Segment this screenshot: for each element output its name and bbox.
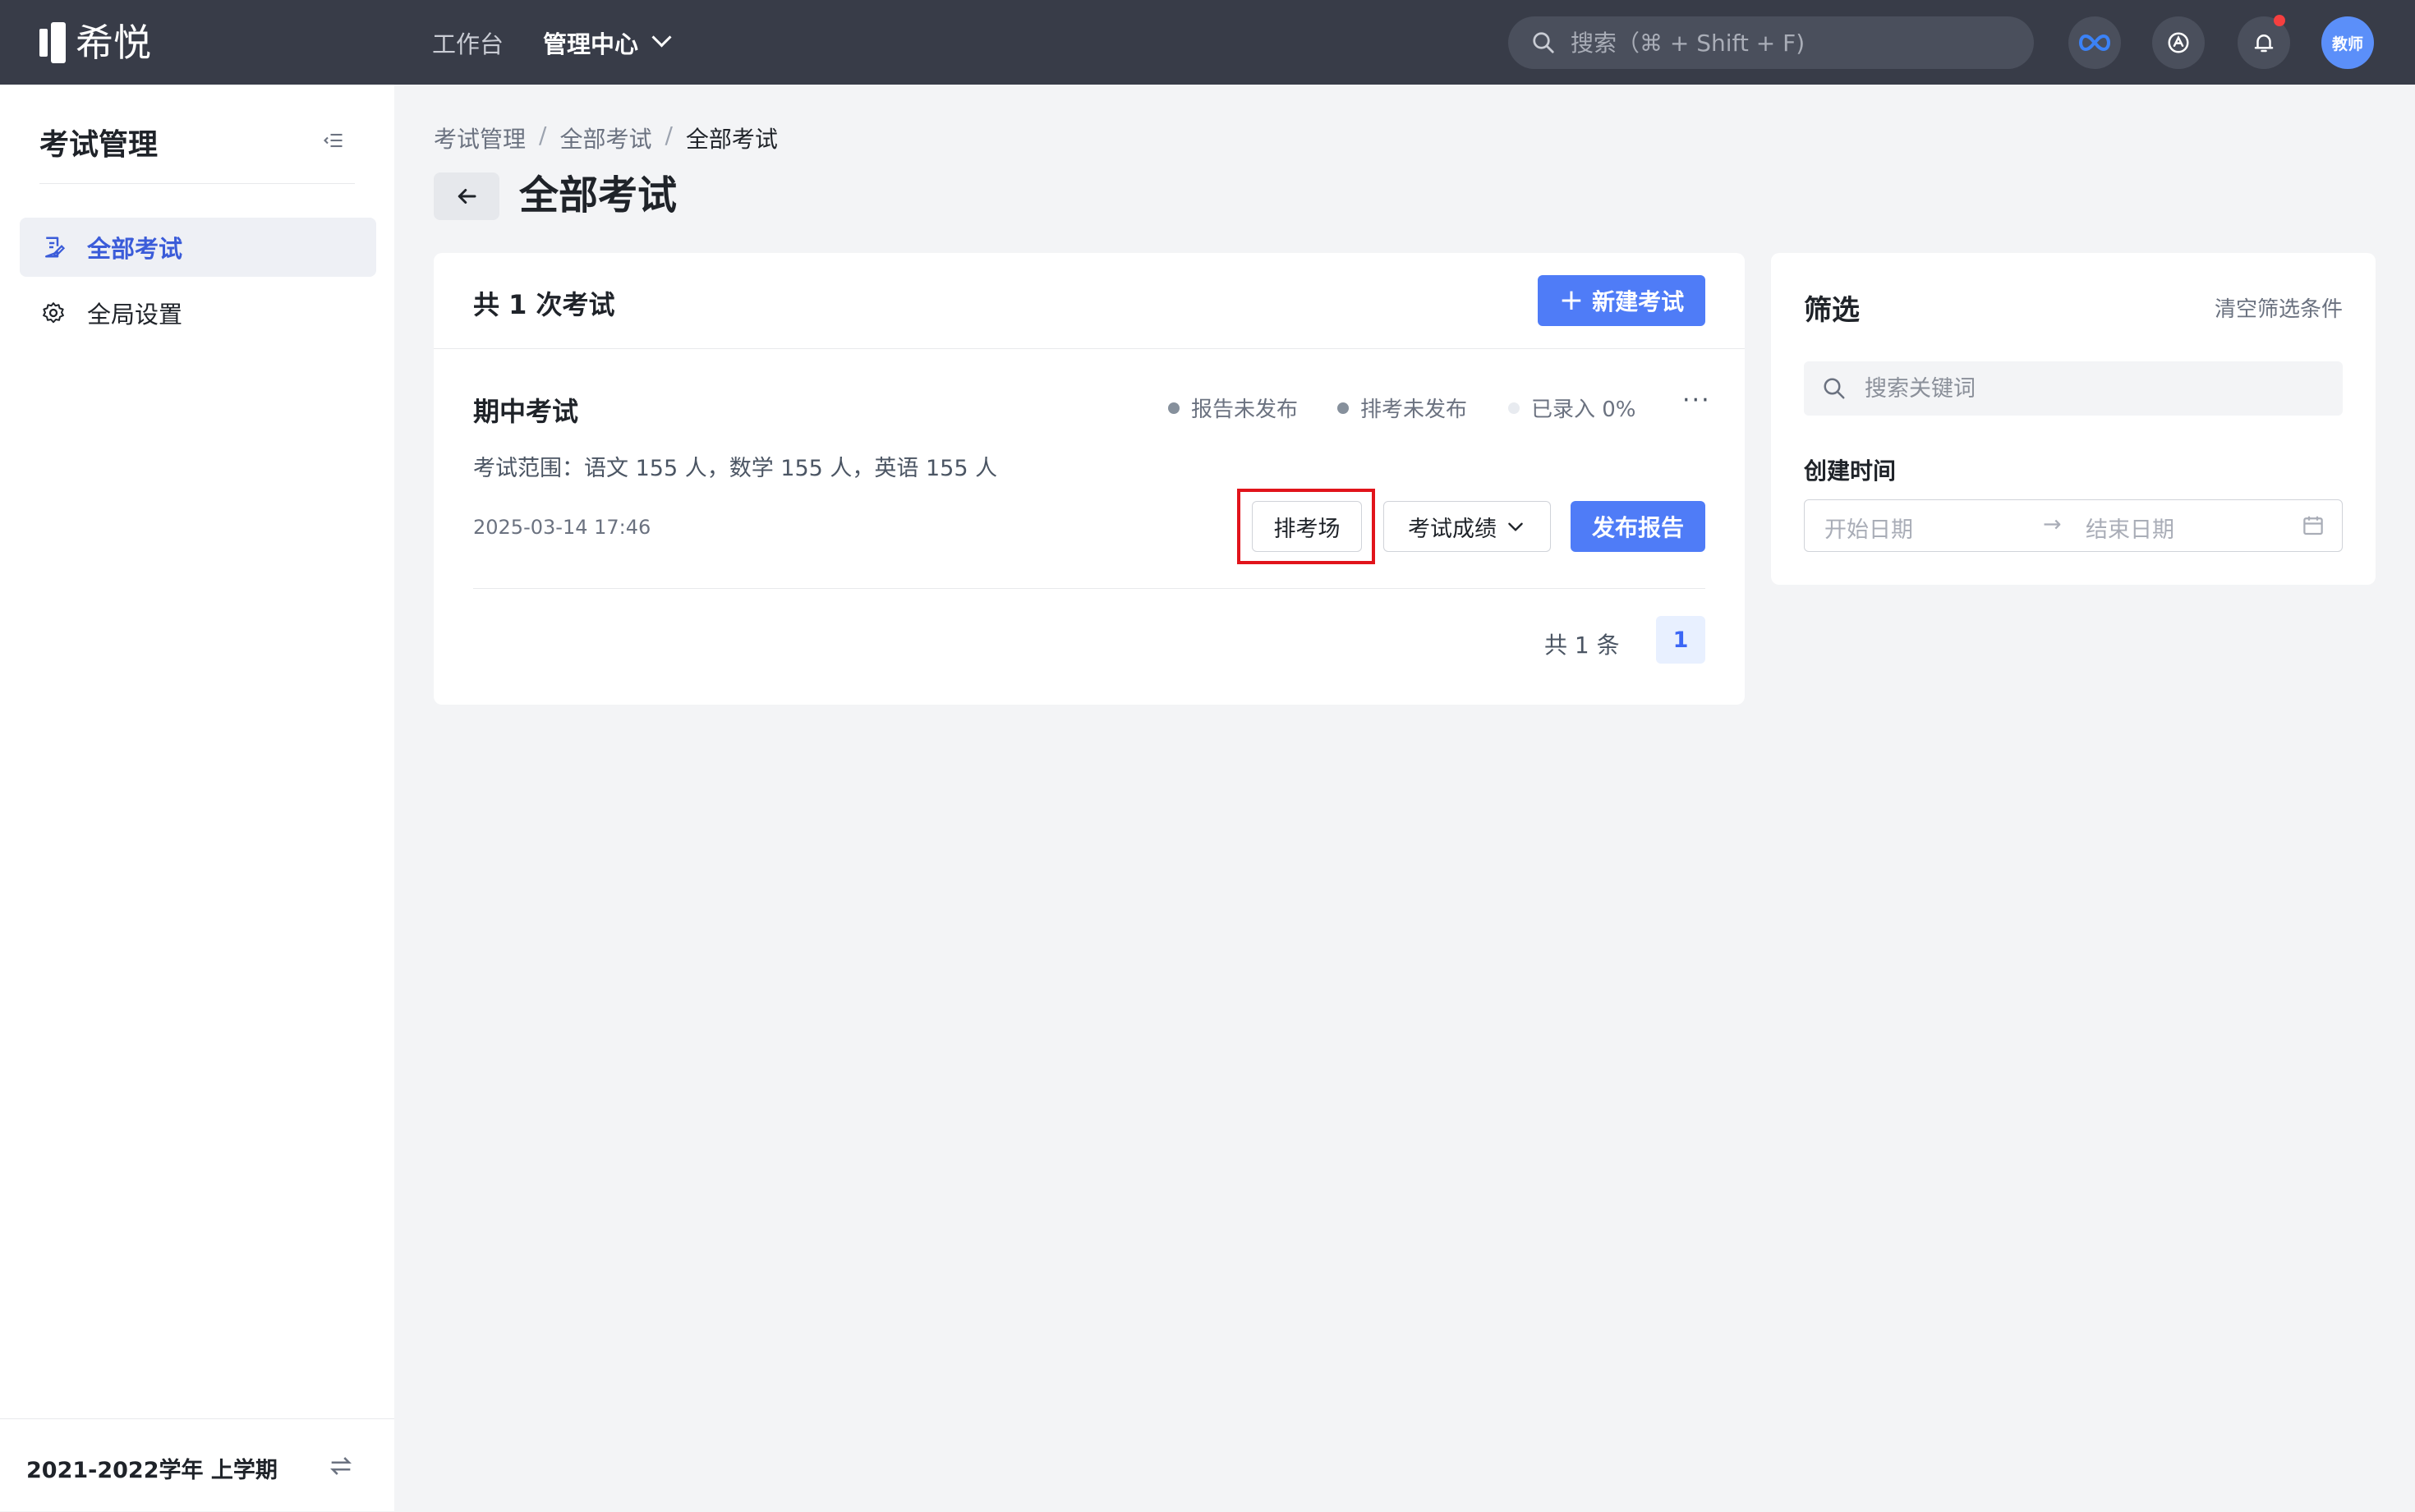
filter-title: 筛选 bbox=[1804, 294, 1860, 327]
sidebar-item-label: 全局设置 bbox=[87, 301, 183, 329]
breadcrumb-separator: / bbox=[539, 122, 547, 149]
publish-report-button[interactable]: 发布报告 bbox=[1571, 501, 1705, 552]
sidebar-title: 考试管理 bbox=[39, 128, 159, 162]
exam-scores-label: 考试成绩 bbox=[1408, 516, 1497, 542]
sidebar-item-global-settings[interactable]: 全局设置 bbox=[20, 283, 376, 342]
status-entry: 已录入 0% bbox=[1508, 393, 1636, 423]
sidebar-divider bbox=[39, 183, 355, 184]
top-bar: 希悦 工作台 管理中心 教师 bbox=[0, 0, 2415, 85]
pagination-page-1[interactable]: 1 bbox=[1656, 616, 1705, 664]
search-icon bbox=[1824, 378, 1845, 399]
arrow-right-icon: → bbox=[2043, 512, 2062, 537]
collapse-sidebar-icon[interactable] bbox=[322, 129, 345, 152]
notification-badge bbox=[2274, 15, 2285, 26]
breadcrumb: 考试管理 / 全部考试 / 全部考试 bbox=[434, 122, 778, 154]
global-search-input[interactable] bbox=[1569, 28, 1999, 57]
keyword-search[interactable] bbox=[1804, 361, 2343, 416]
exam-list-header: 共 1 次考试 + 新建考试 bbox=[434, 253, 1745, 349]
clear-filters-link[interactable]: 清空筛选条件 bbox=[2215, 292, 2343, 323]
brand-logo[interactable]: 希悦 bbox=[39, 20, 151, 66]
status-dot-icon bbox=[1508, 402, 1520, 414]
status-entry-text: 已录入 0% bbox=[1531, 398, 1636, 422]
new-exam-label: 新建考试 bbox=[1592, 288, 1685, 315]
arrange-rooms-button[interactable]: 排考场 bbox=[1252, 501, 1362, 552]
status-dot-icon bbox=[1168, 402, 1180, 414]
back-button[interactable] bbox=[434, 172, 499, 220]
breadcrumb-item[interactable]: 全部考试 bbox=[559, 122, 651, 154]
exam-created-date: 2025-03-14 17:46 bbox=[473, 516, 651, 539]
app-store-icon bbox=[2168, 32, 2189, 53]
calendar-icon[interactable] bbox=[2301, 513, 2325, 538]
chevron-down-icon bbox=[1508, 522, 1523, 531]
top-nav: 工作台 管理中心 bbox=[432, 0, 672, 85]
filter-panel: 筛选 清空筛选条件 创建时间 开始日期 → 结束日期 bbox=[1771, 253, 2376, 585]
exam-list-card: 共 1 次考试 + 新建考试 期中考试 报告未发布 排考未发布 已录入 0% ·… bbox=[434, 253, 1745, 705]
more-options-icon[interactable]: ··· bbox=[1682, 386, 1711, 415]
status-arrange-text: 排考未发布 bbox=[1360, 398, 1468, 422]
sidebar-item-all-exams[interactable]: 全部考试 bbox=[20, 218, 376, 277]
app-center-button[interactable] bbox=[2152, 16, 2205, 69]
term-switcher[interactable]: 2021-2022学年 上学期 bbox=[0, 1418, 394, 1512]
pagination-total: 共 1 条 bbox=[1544, 632, 1620, 659]
keyword-search-input[interactable] bbox=[1863, 375, 2326, 402]
logo-mark-icon bbox=[39, 22, 67, 63]
user-avatar[interactable]: 教师 bbox=[2321, 16, 2374, 69]
sidebar: 考试管理 全部考试 全局设置 2021-2022学年 上学期 bbox=[0, 85, 394, 1511]
infinity-app-button[interactable] bbox=[2068, 16, 2121, 69]
date-range-picker[interactable]: 开始日期 → 结束日期 bbox=[1804, 499, 2343, 552]
brand-name: 希悦 bbox=[76, 21, 151, 65]
page-title: 全部考试 bbox=[519, 172, 678, 218]
status-arrange: 排考未发布 bbox=[1337, 393, 1467, 423]
swap-icon[interactable] bbox=[327, 1452, 355, 1480]
nav-workbench[interactable]: 工作台 bbox=[432, 25, 504, 60]
breadcrumb-separator: / bbox=[665, 122, 673, 149]
infinity-icon bbox=[2079, 34, 2110, 52]
current-term: 2021-2022学年 上学期 bbox=[26, 1458, 278, 1483]
start-date-field[interactable]: 开始日期 bbox=[1824, 512, 1913, 544]
chevron-down-icon[interactable] bbox=[651, 27, 672, 48]
exam-name[interactable]: 期中考试 bbox=[473, 391, 578, 429]
exam-scores-dropdown[interactable]: 考试成绩 bbox=[1383, 501, 1551, 552]
breadcrumb-current: 全部考试 bbox=[685, 126, 778, 153]
created-time-label: 创建时间 bbox=[1804, 457, 1897, 485]
nav-admin-center[interactable]: 管理中心 bbox=[543, 25, 638, 60]
global-search[interactable] bbox=[1508, 16, 2034, 69]
gear-icon bbox=[39, 299, 67, 327]
exam-scope: 考试范围：语文 155 人，数学 155 人，英语 155 人 bbox=[473, 456, 998, 481]
edit-doc-icon bbox=[39, 233, 67, 261]
breadcrumb-item[interactable]: 考试管理 bbox=[434, 122, 526, 154]
end-date-field[interactable]: 结束日期 bbox=[2086, 512, 2174, 544]
plus-icon: + bbox=[1558, 283, 1585, 317]
status-report-text: 报告未发布 bbox=[1191, 398, 1299, 422]
notifications-button[interactable] bbox=[2238, 15, 2290, 69]
search-icon bbox=[1533, 32, 1554, 53]
exam-count: 共 1 次考试 bbox=[473, 289, 615, 320]
bell-icon bbox=[2254, 34, 2274, 53]
status-dot-icon bbox=[1337, 402, 1349, 414]
new-exam-button[interactable]: + 新建考试 bbox=[1538, 275, 1705, 326]
arrow-left-icon bbox=[458, 189, 476, 204]
row-divider bbox=[473, 588, 1705, 589]
status-report: 报告未发布 bbox=[1168, 393, 1298, 423]
sidebar-item-label: 全部考试 bbox=[87, 235, 183, 263]
